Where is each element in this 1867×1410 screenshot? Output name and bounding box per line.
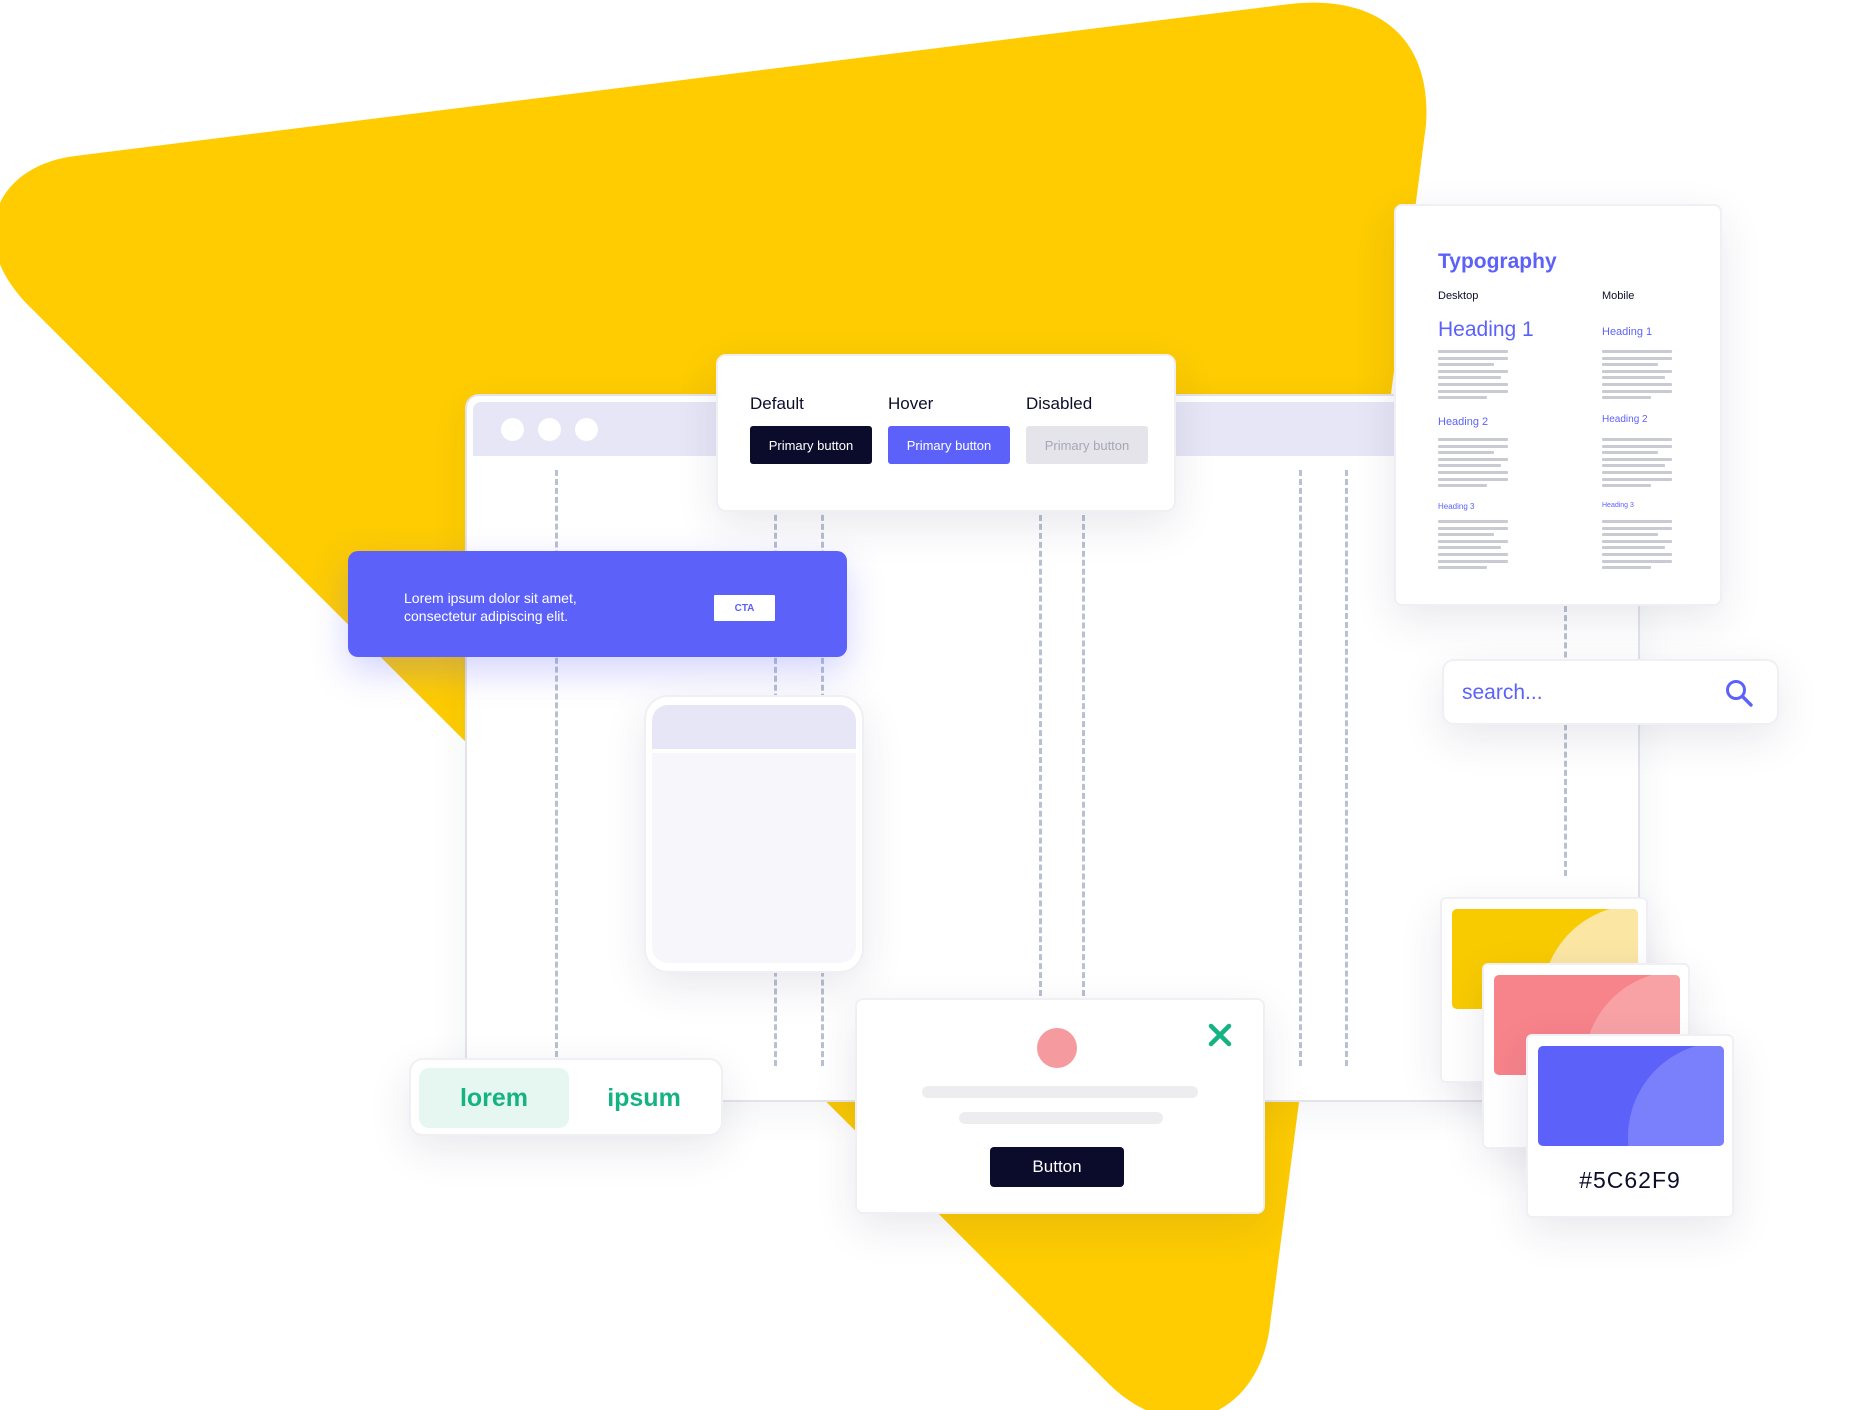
mobile-header-placeholder	[652, 705, 856, 749]
banner-text-line: Lorem ipsum dolor sit amet,	[404, 590, 577, 606]
primary-button-hover[interactable]: Primary button	[888, 426, 1010, 464]
spec-text-block	[1602, 350, 1672, 403]
grid-column-guide	[1082, 506, 1085, 996]
avatar	[1037, 1028, 1077, 1068]
window-dot	[538, 418, 561, 441]
window-dot	[501, 418, 524, 441]
state-hover: Hover Primary button	[888, 392, 1013, 464]
swatch-fill	[1538, 1046, 1724, 1146]
search-icon[interactable]	[1724, 678, 1754, 708]
spec-text-block	[1602, 520, 1672, 573]
mobile-heading-3: Heading 3	[1602, 502, 1634, 509]
desktop-label: Desktop	[1438, 290, 1479, 302]
typography-card: Typography Desktop Mobile Heading 1 Head…	[1394, 204, 1722, 606]
text-placeholder-line	[922, 1086, 1198, 1098]
spec-text-block	[1438, 438, 1508, 491]
banner-text: Lorem ipsum dolor sit amet, consectetur …	[404, 589, 664, 625]
grid-column-guide	[1564, 606, 1567, 876]
close-icon[interactable]	[1205, 1020, 1235, 1050]
typography-title: Typography	[1438, 250, 1557, 273]
search-input[interactable]	[1462, 673, 1712, 713]
mobile-label: Mobile	[1602, 290, 1635, 302]
window-dot	[575, 418, 598, 441]
modal-dialog: Button	[855, 998, 1265, 1214]
search-bar	[1442, 659, 1779, 725]
spec-text-block	[1438, 350, 1508, 403]
grid-column-guide	[1299, 470, 1302, 1066]
state-label-hover: Hover	[888, 394, 934, 413]
grid-column-guide	[1345, 470, 1348, 1066]
mobile-heading-1: Heading 1	[1602, 326, 1653, 338]
swatch-hex-value: #5C62F9	[1579, 1167, 1681, 1193]
button-states-card: Default Primary button Hover Primary but…	[716, 354, 1176, 512]
primary-button-disabled: Primary button	[1026, 426, 1148, 464]
cta-banner: Lorem ipsum dolor sit amet, consectetur …	[348, 551, 847, 657]
desktop-heading-1: Heading 1	[1438, 318, 1534, 341]
color-swatch-accent: #5C62F9	[1526, 1034, 1734, 1218]
segmented-toggle: lorem ipsum	[409, 1058, 723, 1136]
desktop-heading-3: Heading 3	[1438, 502, 1475, 511]
cta-button[interactable]: CTA	[714, 595, 775, 621]
desktop-heading-2: Heading 2	[1438, 416, 1489, 428]
grid-column-guide	[1039, 506, 1042, 996]
mobile-heading-2: Heading 2	[1602, 414, 1648, 425]
toggle-option-lorem[interactable]: lorem	[419, 1068, 569, 1128]
primary-button-default[interactable]: Primary button	[750, 426, 872, 464]
state-label-disabled: Disabled	[1026, 394, 1093, 413]
banner-text-line: consectetur adipiscing elit.	[404, 608, 569, 624]
state-disabled: Disabled Primary button	[1026, 392, 1151, 464]
state-default: Default Primary button	[750, 392, 875, 464]
spec-text-block	[1438, 520, 1508, 573]
swatch-accent-circle	[1628, 1046, 1724, 1146]
toggle-option-ipsum[interactable]: ipsum	[569, 1068, 719, 1128]
modal-button[interactable]: Button	[990, 1147, 1124, 1187]
state-label-default: Default	[750, 394, 804, 413]
spec-text-block	[1602, 438, 1672, 491]
mobile-body-placeholder	[652, 753, 856, 963]
mobile-wireframe-card	[644, 695, 864, 973]
text-placeholder-line	[959, 1112, 1163, 1124]
